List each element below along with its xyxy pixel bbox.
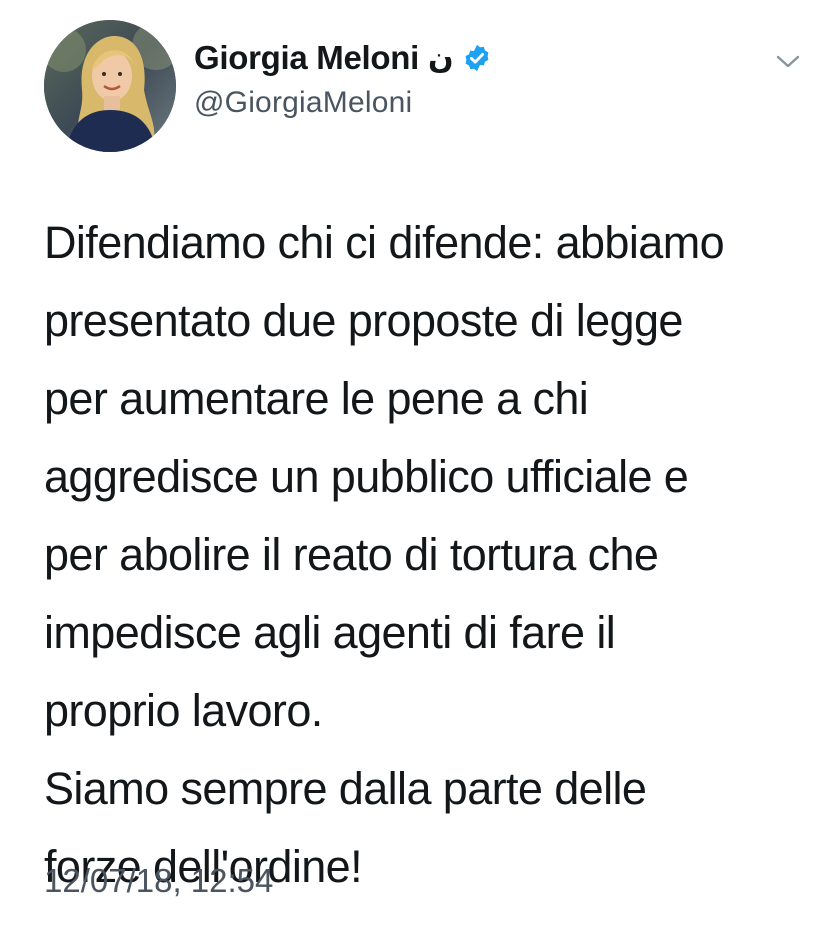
- tweet-text-line: impedisce agli agenti di fare il: [44, 607, 616, 658]
- avatar[interactable]: [44, 20, 176, 152]
- tweet-text-line: presentato due proposte di legge: [44, 295, 683, 346]
- author-display-name[interactable]: Giorgia Meloni: [194, 39, 419, 77]
- author-handle[interactable]: @GiorgiaMeloni: [194, 86, 492, 120]
- tweet-text-line: proprio lavoro.: [44, 685, 323, 736]
- tweet-text-line: per aumentare le pene a chi: [44, 373, 589, 424]
- tweet-text-line: Difendiamo chi ci difende: abbiamo: [44, 217, 725, 268]
- tweet-header: Giorgia Meloni ن @GiorgiaMeloni: [194, 36, 492, 120]
- avatar-image: [44, 20, 176, 152]
- tweet-text-line: per abolire il reato di tortura che: [44, 529, 659, 580]
- author-name-suffix: ن: [427, 40, 454, 76]
- tweet-card: Giorgia Meloni ن @GiorgiaMeloni Difendia…: [0, 0, 835, 930]
- tweet-text: Difendiamo chi ci difende: abbiamo prese…: [44, 204, 824, 906]
- chevron-down-icon[interactable]: [774, 52, 802, 72]
- tweet-text-line: aggredisce un pubblico ufficiale e: [44, 451, 689, 502]
- verified-badge-icon: [462, 43, 492, 73]
- tweet-text-line: Siamo sempre dalla parte delle: [44, 763, 647, 814]
- tweet-timestamp[interactable]: 12/07/18, 12:54: [44, 862, 273, 900]
- author-name-row: Giorgia Meloni ن: [194, 36, 492, 80]
